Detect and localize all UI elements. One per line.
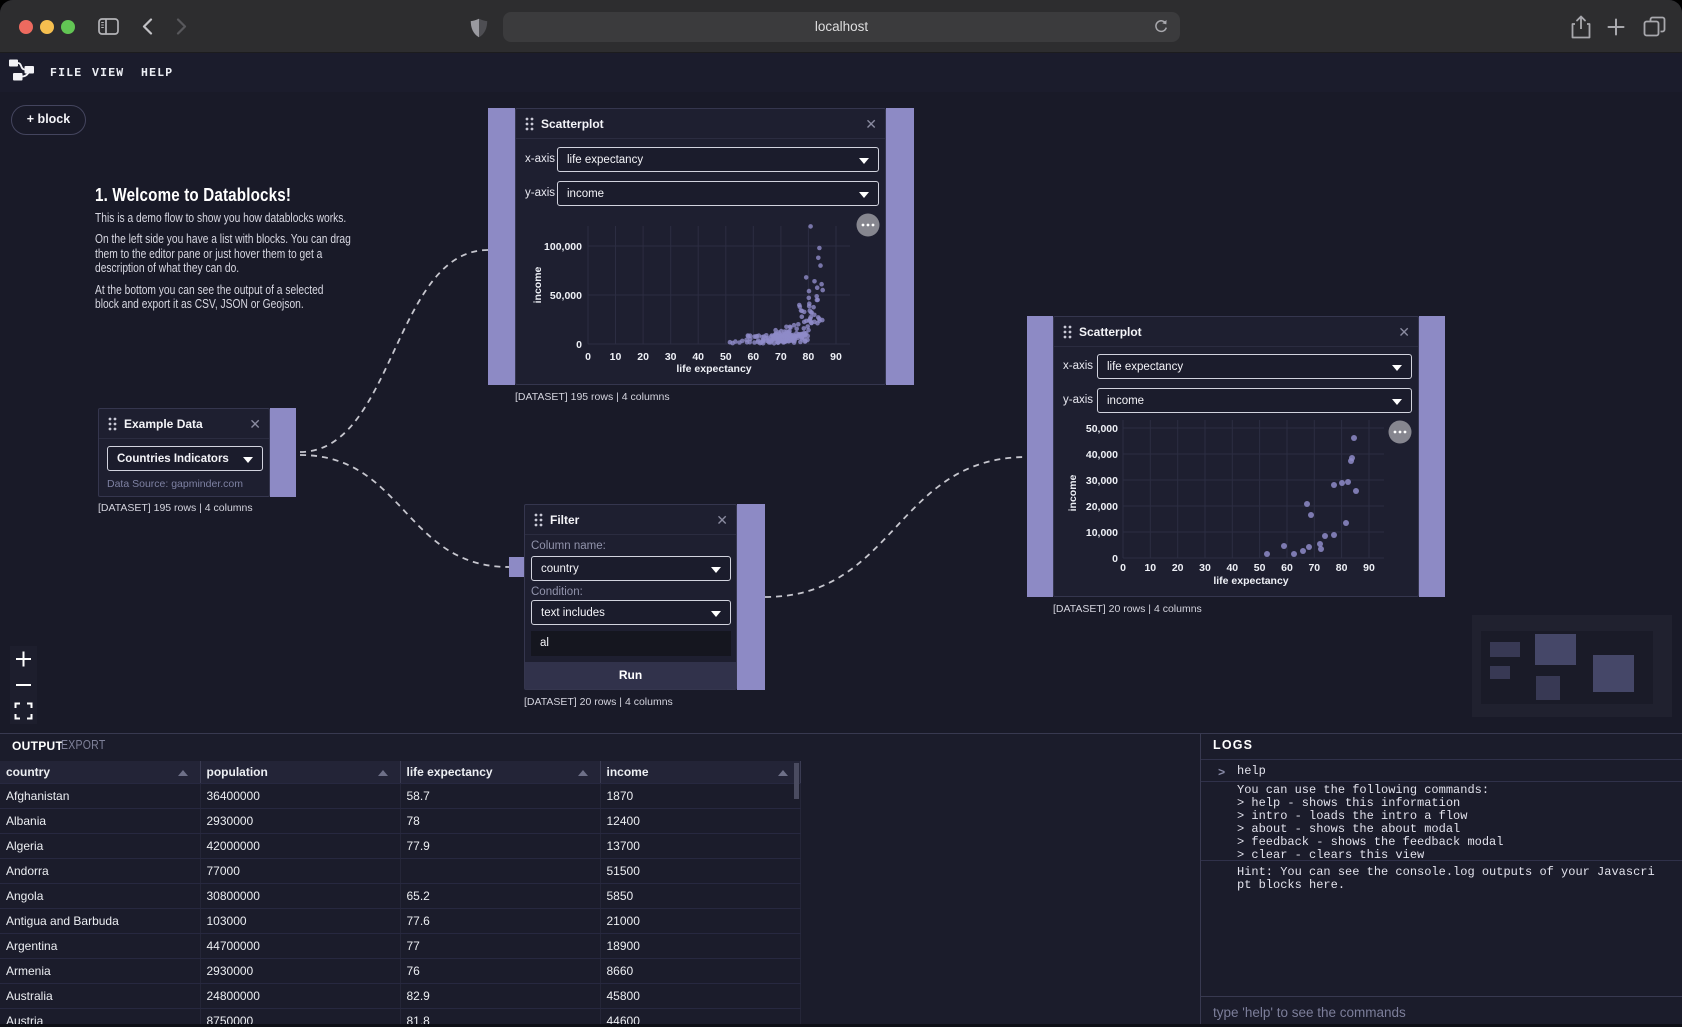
svg-text:0: 0 bbox=[576, 339, 582, 351]
svg-text:30: 30 bbox=[1199, 562, 1211, 574]
svg-text:60: 60 bbox=[747, 351, 759, 363]
svg-text:90: 90 bbox=[1363, 562, 1375, 574]
svg-text:50: 50 bbox=[720, 351, 732, 363]
svg-text:80: 80 bbox=[1336, 562, 1348, 574]
svg-text:40,000: 40,000 bbox=[1086, 449, 1118, 461]
svg-text:10,000: 10,000 bbox=[1086, 527, 1118, 539]
svg-text:20,000: 20,000 bbox=[1086, 501, 1118, 513]
svg-text:50: 50 bbox=[1254, 562, 1266, 574]
svg-text:0: 0 bbox=[1120, 562, 1126, 574]
svg-text:70: 70 bbox=[1308, 562, 1320, 574]
svg-text:income: income bbox=[532, 266, 544, 303]
svg-text:30: 30 bbox=[665, 351, 677, 363]
svg-text:30,000: 30,000 bbox=[1086, 475, 1118, 487]
svg-text:50,000: 50,000 bbox=[1086, 423, 1118, 435]
svg-text:50,000: 50,000 bbox=[550, 290, 582, 302]
svg-text:60: 60 bbox=[1281, 562, 1293, 574]
svg-text:10: 10 bbox=[610, 351, 622, 363]
svg-text:40: 40 bbox=[1226, 562, 1238, 574]
svg-text:10: 10 bbox=[1144, 562, 1156, 574]
svg-text:100,000: 100,000 bbox=[544, 241, 582, 253]
svg-text:income: income bbox=[1067, 474, 1079, 511]
svg-text:20: 20 bbox=[1172, 562, 1184, 574]
svg-text:life expectancy: life expectancy bbox=[676, 363, 751, 375]
svg-text:70: 70 bbox=[775, 351, 787, 363]
svg-text:20: 20 bbox=[637, 351, 649, 363]
svg-text:90: 90 bbox=[830, 351, 842, 363]
svg-text:40: 40 bbox=[692, 351, 704, 363]
svg-text:0: 0 bbox=[1112, 553, 1118, 565]
svg-text:life expectancy: life expectancy bbox=[1213, 575, 1288, 587]
svg-text:0: 0 bbox=[585, 351, 591, 363]
svg-text:80: 80 bbox=[803, 351, 815, 363]
